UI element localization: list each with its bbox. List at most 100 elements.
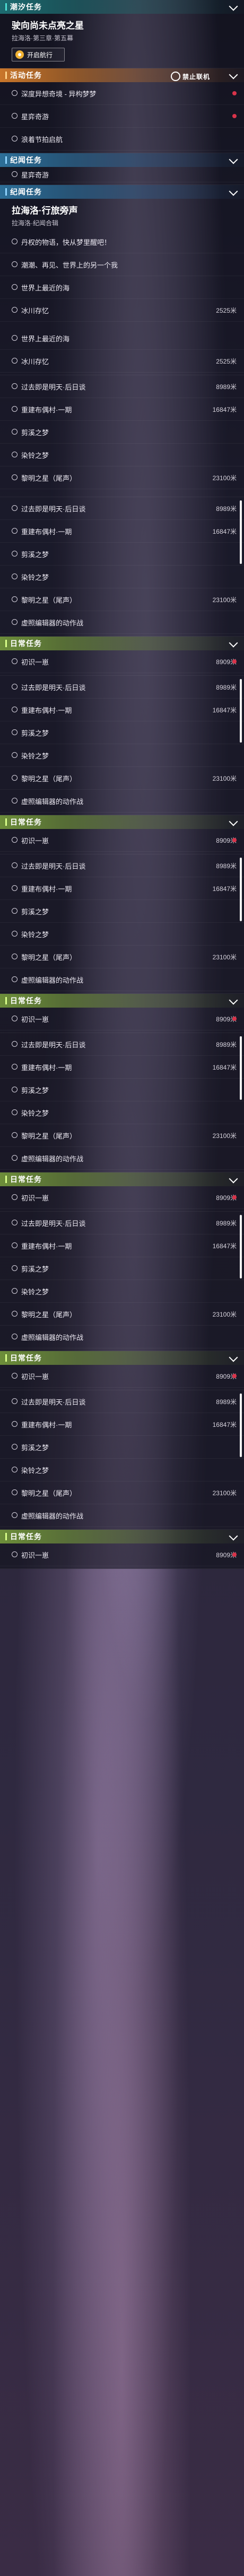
quest-row[interactable]: 初识一崽 8909米: [0, 1186, 244, 1209]
quest-row[interactable]: 重建布偶村·一期 16847米: [0, 1056, 244, 1079]
quest-row[interactable]: 黎明之星（尾声） 23100米: [0, 466, 244, 489]
collapse-chevron-icon[interactable]: [229, 995, 238, 1005]
quest-row[interactable]: 丹权的物语，快从梦里醒吧！: [0, 231, 244, 253]
quest-row[interactable]: 过去即是明天·后日谈 8989米: [0, 1212, 244, 1234]
collapse-chevron-icon[interactable]: [229, 1353, 238, 1362]
quest-row[interactable]: 过去即是明天·后日谈 8989米: [0, 676, 244, 699]
collapse-chevron-icon[interactable]: [229, 155, 238, 164]
quest-row[interactable]: 黎明之星（尾声） 23100米: [0, 1303, 244, 1326]
quest-row[interactable]: 黎明之星（尾声） 23100米: [0, 767, 244, 790]
quest-row[interactable]: 黎明之星（尾声） 23100米: [0, 588, 244, 611]
quest-row[interactable]: 虚照编辑器的动作战: [0, 790, 244, 813]
quest-row[interactable]: 重建布偶村·一期 16847米: [0, 1234, 244, 1257]
quest-row[interactable]: 剪溪之梦: [0, 1079, 244, 1101]
scrollbar-thumb[interactable]: [240, 858, 242, 921]
scrollbar-thumb[interactable]: [240, 679, 242, 743]
header-label: 纪闻任务: [10, 156, 42, 164]
daily-quest-header[interactable]: 日常任务: [0, 637, 244, 650]
daily-quest-header[interactable]: 日常任务: [0, 994, 244, 1008]
quest-row[interactable]: 虚照编辑器的动作战: [0, 968, 244, 991]
quest-row[interactable]: 初识一崽 8909米: [0, 1543, 244, 1566]
header-accent-bar: [5, 1533, 7, 1540]
quest-circle-icon: [12, 837, 18, 843]
quest-row[interactable]: 重建布偶村·一期 16847米: [0, 1413, 244, 1436]
event-quest-header[interactable]: 活动任务 禁止联机: [0, 68, 244, 82]
quest-label: 黎明之星（尾声）: [21, 596, 77, 604]
quest-row[interactable]: 虚照编辑器的动作战: [0, 611, 244, 634]
quest-row[interactable]: 染铃之梦: [0, 744, 244, 767]
daily-quest-header[interactable]: 日常任务: [0, 1351, 244, 1365]
era-quest-header[interactable]: 纪闻任务: [0, 185, 244, 199]
quest-row[interactable]: 世界上最近的海: [0, 327, 244, 350]
quest-row[interactable]: 黎明之星（尾声） 23100米: [0, 1124, 244, 1147]
quest-row[interactable]: 潮潮、再见、世界上的另一个我: [0, 253, 244, 276]
quest-row[interactable]: 过去即是明天·后日谈 8989米: [0, 854, 244, 877]
quest-label: 初识一崽: [21, 1194, 49, 1202]
quest-row[interactable]: 星弈奇游: [0, 105, 244, 128]
quest-row[interactable]: 黎明之星（尾声） 23100米: [0, 946, 244, 968]
quest-circle-icon: [12, 775, 18, 781]
quest-title[interactable]: 驶向尚未点亮之星: [0, 14, 244, 32]
quest-row[interactable]: 黎明之星（尾声） 23100米: [0, 1481, 244, 1504]
quest-row[interactable]: 初识一崽 8909米: [0, 1365, 244, 1388]
quest-row[interactable]: 虚照编辑器的动作战: [0, 1504, 244, 1527]
header-label: 潮汐任务: [10, 3, 42, 11]
quest-circle-icon: [12, 1041, 18, 1047]
era-quest-header[interactable]: 纪闻任务: [0, 153, 244, 167]
quest-row[interactable]: 重建布偶村·一期 16847米: [0, 699, 244, 721]
scrollbar-thumb[interactable]: [240, 500, 242, 564]
quest-row[interactable]: 星弈奇游: [0, 167, 244, 182]
quest-label: 黎明之星（尾声）: [21, 1310, 77, 1319]
quest-row[interactable]: 冰川存忆 2525米: [0, 350, 244, 373]
quest-row[interactable]: 染铃之梦: [0, 1101, 244, 1124]
collapse-chevron-icon[interactable]: [229, 638, 238, 648]
quest-row[interactable]: 重建布偶村·一期 16847米: [0, 520, 244, 543]
daily-quest-header[interactable]: 日常任务: [0, 1172, 244, 1186]
quest-row[interactable]: 剪溪之梦: [0, 721, 244, 744]
collapse-chevron-icon[interactable]: [229, 187, 238, 196]
quest-row[interactable]: 剪溪之梦: [0, 1257, 244, 1280]
quest-row[interactable]: 重建布偶村·一期 16847米: [0, 398, 244, 421]
quest-row[interactable]: 过去即是明天·后日谈 8989米: [0, 1390, 244, 1413]
quest-title[interactable]: 拉海洛·行旅旁声: [0, 199, 244, 217]
quest-row[interactable]: 染铃之梦: [0, 1280, 244, 1303]
quest-row[interactable]: 剪溪之梦: [0, 1436, 244, 1459]
quest-row[interactable]: 过去即是明天·后日谈 8989米: [0, 375, 244, 398]
quest-row[interactable]: 染铃之梦: [0, 1459, 244, 1481]
quest-row[interactable]: 世界上最近的海: [0, 276, 244, 299]
daily-quest-header[interactable]: 日常任务: [0, 1530, 244, 1543]
quest-circle-icon: [12, 307, 18, 313]
quest-row[interactable]: 染铃之梦: [0, 444, 244, 466]
collapse-chevron-icon[interactable]: [229, 1174, 238, 1184]
quest-row[interactable]: 初识一崽 8909米: [0, 650, 244, 673]
quest-circle-icon: [12, 261, 18, 267]
quest-row[interactable]: 染铃之梦: [0, 566, 244, 588]
quest-row[interactable]: 剪溪之梦: [0, 900, 244, 923]
quest-row[interactable]: 染铃之梦: [0, 923, 244, 946]
quest-row[interactable]: 初识一崽 8909米: [0, 829, 244, 852]
quest-row[interactable]: 过去即是明天·后日谈 8989米: [0, 1033, 244, 1056]
quest-row[interactable]: 冰川存忆 2525米: [0, 299, 244, 322]
scrollbar-thumb[interactable]: [240, 1393, 242, 1457]
start-navigation-button[interactable]: 开启航行: [12, 48, 65, 61]
quest-circle-icon: [12, 1265, 18, 1271]
quest-row[interactable]: 剪溪之梦: [0, 421, 244, 444]
collapse-chevron-icon[interactable]: [229, 1531, 238, 1541]
daily-quest-header[interactable]: 日常任务: [0, 815, 244, 829]
quest-row[interactable]: 过去即是明天·后日谈 8989米: [0, 497, 244, 520]
quest-row[interactable]: 深度异想奇境 - 异构梦梦: [0, 82, 244, 105]
collapse-chevron-icon[interactable]: [229, 70, 238, 80]
quest-row[interactable]: 浪着节拍启航: [0, 128, 244, 151]
quest-row[interactable]: 虚照编辑器的动作战: [0, 1147, 244, 1170]
quest-row[interactable]: 剪溪之梦: [0, 543, 244, 566]
scrollbar-thumb[interactable]: [240, 1036, 242, 1100]
collapse-chevron-icon[interactable]: [229, 2, 238, 11]
quest-distance: 8989米: [216, 862, 237, 870]
quest-row[interactable]: 重建布偶村·一期 16847米: [0, 877, 244, 900]
collapse-chevron-icon[interactable]: [229, 817, 238, 826]
scrollbar-thumb[interactable]: [240, 1215, 242, 1278]
quest-circle-icon: [12, 1551, 18, 1557]
tide-quest-header[interactable]: 潮汐任务: [0, 0, 244, 14]
quest-row[interactable]: 虚照编辑器的动作战: [0, 1326, 244, 1348]
quest-row[interactable]: 初识一崽 8909米: [0, 1008, 244, 1030]
